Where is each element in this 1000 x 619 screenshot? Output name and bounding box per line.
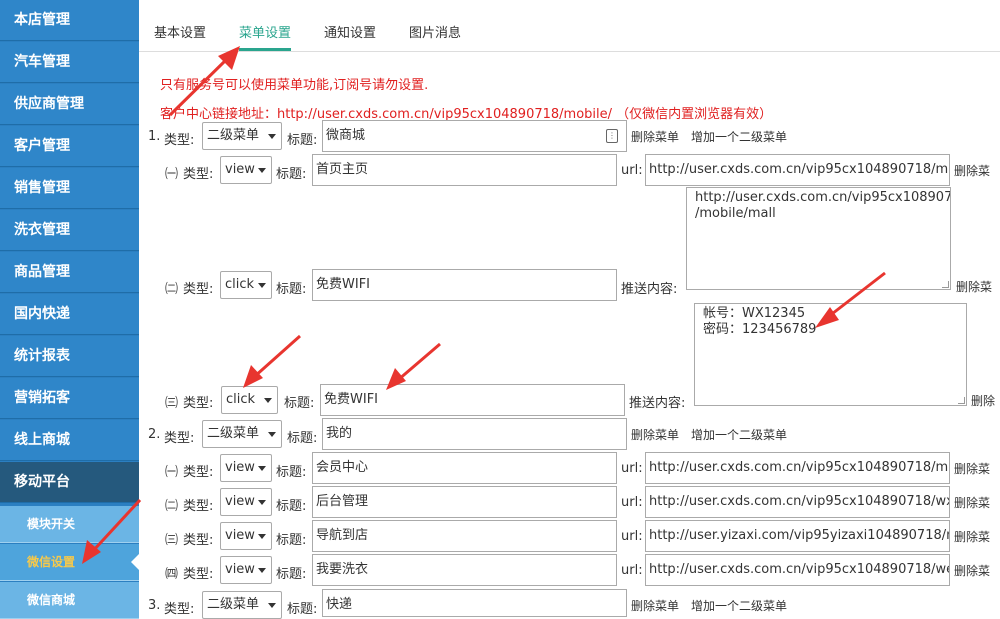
- arrow-icon: [243, 334, 301, 388]
- arrow-icon: [815, 271, 886, 328]
- arrow-icon: [82, 498, 142, 564]
- arrow-icon: [168, 46, 240, 117]
- arrow-icon: [386, 342, 441, 390]
- annotation-arrows: [82, 46, 886, 564]
